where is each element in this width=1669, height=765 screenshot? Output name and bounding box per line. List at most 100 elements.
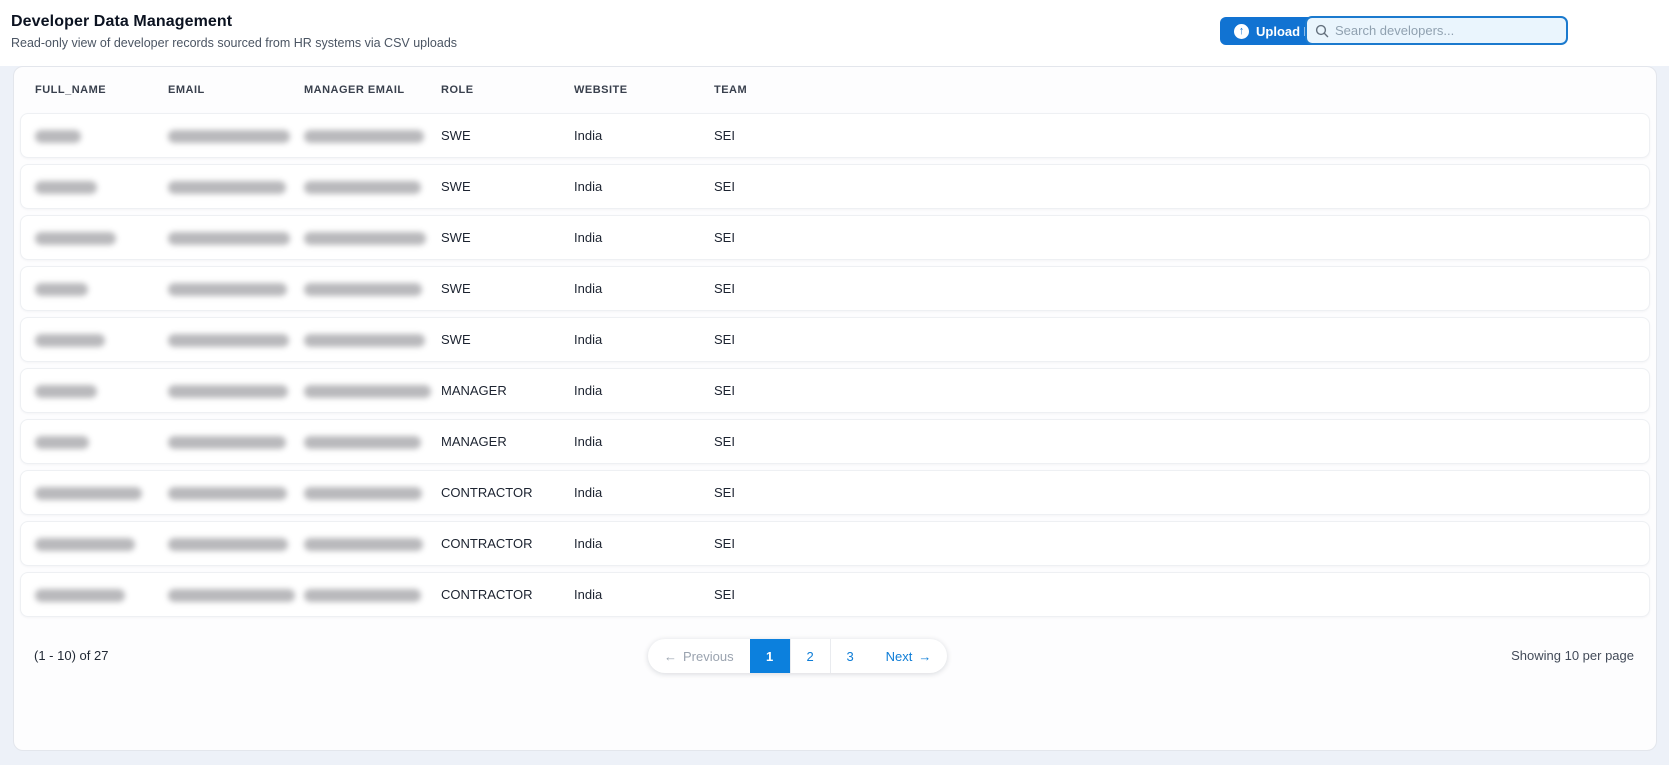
redacted-text (168, 181, 286, 195)
cell-full-name (35, 485, 168, 501)
cell-full-name (35, 128, 168, 144)
redacted-text (35, 487, 142, 501)
cell-role: CONTRACTOR (441, 587, 533, 602)
redacted-text (304, 283, 422, 297)
redacted-text (304, 334, 425, 348)
redacted-text (304, 385, 431, 399)
redacted-text (304, 487, 422, 501)
cell-email (168, 536, 304, 552)
table-row: MANAGER India SEI (20, 419, 1650, 464)
pagination: ← Previous 123 Next → (648, 639, 948, 673)
cell-full-name (35, 230, 168, 246)
table-row: SWE India SEI (20, 215, 1650, 260)
previous-page-button[interactable]: ← Previous (648, 639, 750, 673)
cell-full-name (35, 434, 168, 450)
previous-label: Previous (683, 648, 734, 664)
cell-email (168, 179, 304, 195)
result-range-label: (1 - 10) of 27 (34, 648, 109, 663)
next-page-button[interactable]: Next → (870, 639, 948, 673)
cell-manager-email (304, 332, 441, 348)
header-band: Developer Data Management Read-only view… (0, 0, 1669, 66)
cell-manager-email (304, 281, 441, 297)
cell-website: India (574, 179, 603, 194)
cell-full-name (35, 536, 168, 552)
cell-email (168, 383, 304, 399)
redacted-text (168, 436, 286, 450)
redacted-text (168, 232, 290, 246)
cell-website: India (574, 434, 603, 449)
cell-role: CONTRACTOR (441, 485, 533, 500)
redacted-text (35, 130, 81, 144)
table-row: SWE India SEI (20, 164, 1650, 209)
table-header-row: FULL_NAME EMAIL MANAGER EMAIL ROLE WEBSI… (14, 67, 1656, 113)
cell-role: SWE (441, 230, 471, 245)
cell-manager-email (304, 230, 441, 246)
redacted-text (35, 538, 135, 552)
table-row: CONTRACTOR India SEI (20, 572, 1650, 617)
cell-email (168, 128, 304, 144)
redacted-text (168, 283, 287, 297)
page-button-1[interactable]: 1 (749, 639, 790, 673)
column-header-team: TEAM (714, 84, 748, 96)
cell-team: SEI (714, 485, 735, 500)
next-label: Next (885, 648, 913, 664)
redacted-text (304, 538, 423, 552)
cell-website: India (574, 281, 603, 296)
page-button-2[interactable]: 2 (789, 639, 830, 673)
cell-website: India (574, 536, 603, 551)
redacted-text (168, 589, 295, 603)
table-row: CONTRACTOR India SEI (20, 470, 1650, 515)
redacted-text (304, 130, 424, 144)
cell-manager-email (304, 434, 441, 450)
cell-team: SEI (714, 332, 735, 347)
redacted-text (35, 589, 125, 603)
redacted-text (35, 334, 105, 348)
cell-email (168, 332, 304, 348)
column-header-email: EMAIL (168, 84, 205, 96)
cell-role: SWE (441, 281, 471, 296)
column-header-manager-email: MANAGER EMAIL (304, 84, 405, 96)
redacted-text (304, 232, 426, 246)
cell-role: CONTRACTOR (441, 536, 533, 551)
cell-role: SWE (441, 128, 471, 143)
cell-website: India (574, 587, 603, 602)
cell-full-name (35, 179, 168, 195)
column-header-full-name: FULL_NAME (35, 84, 107, 96)
redacted-text (304, 589, 421, 603)
redacted-text (35, 283, 88, 297)
table-row: MANAGER India SEI (20, 368, 1650, 413)
redacted-text (168, 385, 288, 399)
column-header-role: ROLE (441, 84, 474, 96)
cell-team: SEI (714, 434, 735, 449)
cell-role: SWE (441, 179, 471, 194)
cell-email (168, 485, 304, 501)
table-row: SWE India SEI (20, 317, 1650, 362)
cell-full-name (35, 383, 168, 399)
cell-email (168, 587, 304, 603)
search-input[interactable] (1335, 23, 1558, 38)
redacted-text (35, 181, 97, 195)
cell-role: SWE (441, 332, 471, 347)
redacted-text (35, 385, 97, 399)
table-body: SWE India SEI SWE India SEI SWE India SEI SWE Indi… (14, 113, 1656, 617)
cell-role: MANAGER (441, 383, 507, 398)
redacted-text (168, 130, 290, 144)
cell-manager-email (304, 536, 441, 552)
cell-email (168, 434, 304, 450)
cell-team: SEI (714, 383, 735, 398)
cell-team: SEI (714, 128, 735, 143)
table-row: CONTRACTOR India SEI (20, 521, 1650, 566)
page-title: Developer Data Management (11, 13, 233, 30)
redacted-text (168, 334, 289, 348)
cell-full-name (35, 587, 168, 603)
search-box[interactable] (1305, 16, 1568, 45)
cell-role: MANAGER (441, 434, 507, 449)
page-button-3[interactable]: 3 (829, 639, 870, 673)
table-row: SWE India SEI (20, 113, 1650, 158)
cell-manager-email (304, 485, 441, 501)
cell-website: India (574, 485, 603, 500)
cell-email (168, 281, 304, 297)
redacted-text (35, 436, 89, 450)
cell-team: SEI (714, 281, 735, 296)
cell-manager-email (304, 128, 441, 144)
